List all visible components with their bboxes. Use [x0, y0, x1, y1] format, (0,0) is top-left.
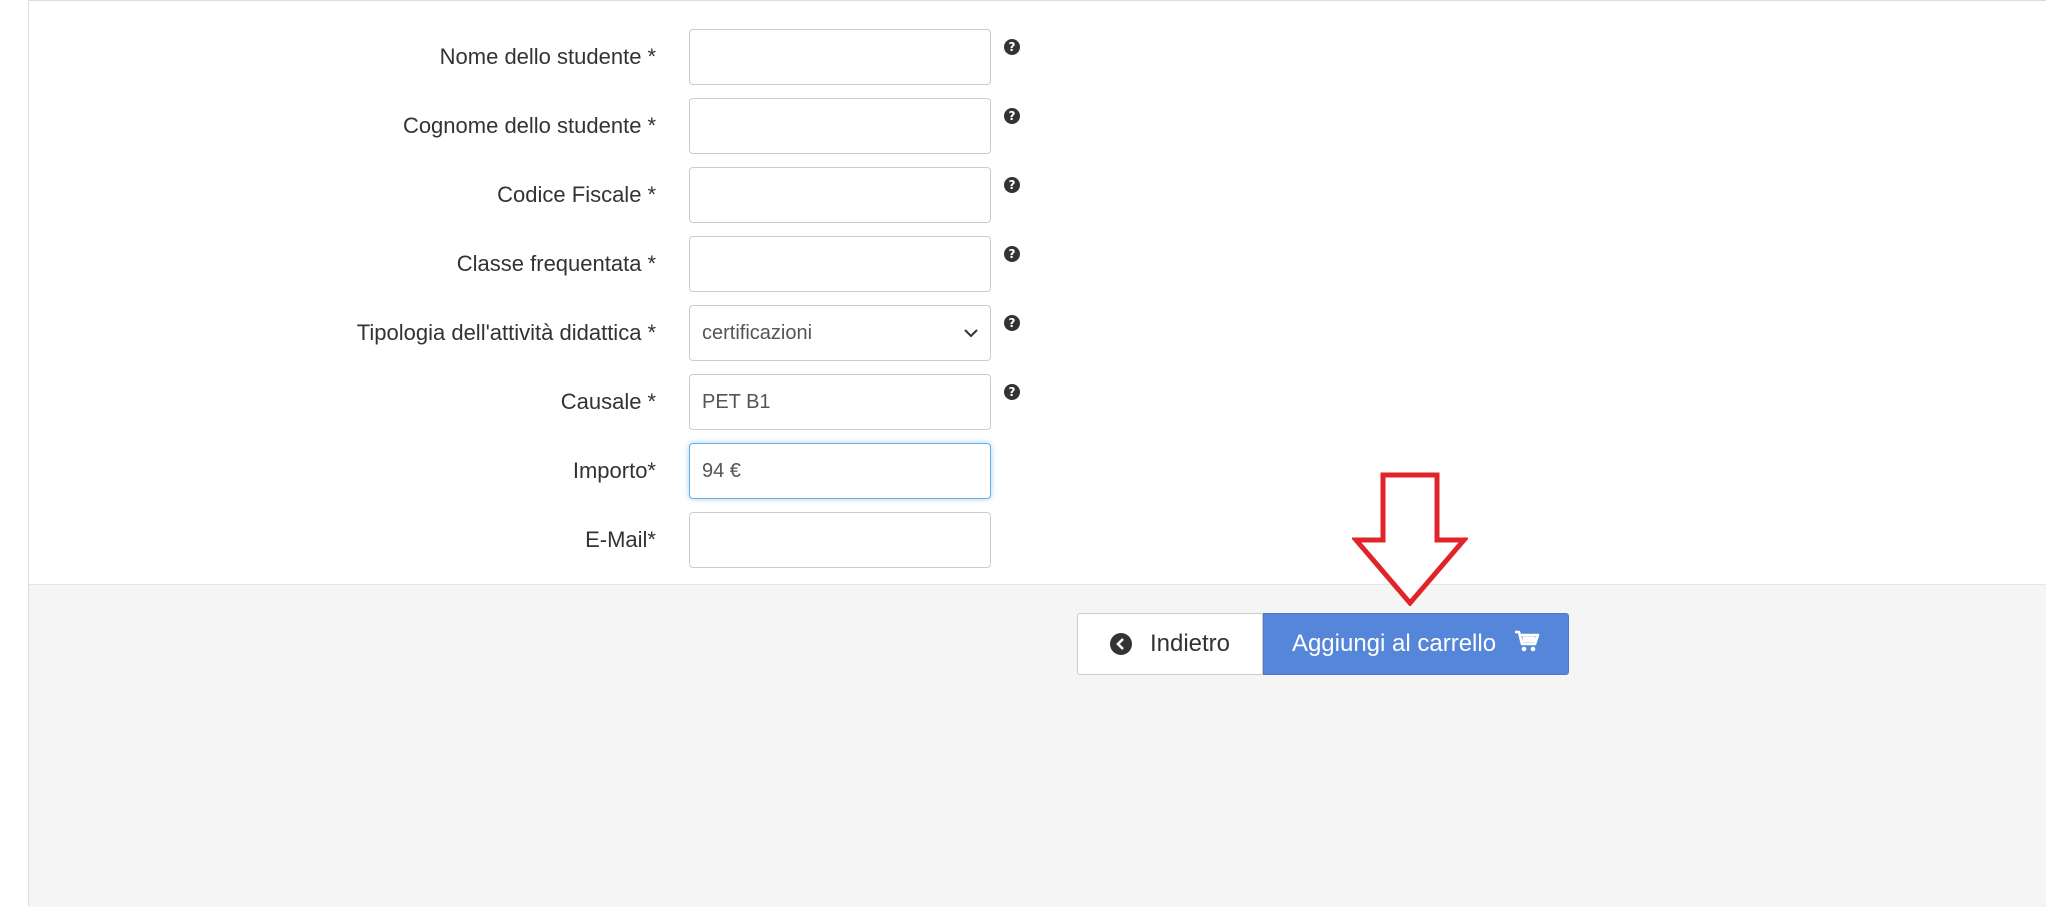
email-label: E-Mail*	[585, 527, 656, 552]
required-asterisk: *	[647, 389, 656, 414]
question-circle-icon[interactable]: ?	[1004, 384, 1020, 400]
causale-input[interactable]: PET B1	[689, 374, 991, 430]
required-asterisk: *	[647, 182, 656, 207]
classe-input[interactable]	[689, 236, 991, 292]
question-circle-icon[interactable]: ?	[1004, 246, 1020, 262]
form-row-cognome: Cognome dello studente * ?	[29, 98, 2046, 154]
back-button[interactable]: Indietro	[1077, 613, 1263, 675]
tipologia-selected-value: certificazioni	[702, 322, 813, 344]
required-asterisk: *	[647, 251, 656, 276]
required-asterisk: *	[647, 113, 656, 138]
form-row-nome: Nome dello studente * ?	[29, 29, 2046, 85]
chevron-down-icon	[964, 306, 978, 360]
classe-label: Classe frequentata *	[456, 251, 656, 276]
form-panel: Nome dello studente * ? Cognome dello stu…	[28, 0, 2046, 907]
importo-input[interactable]: 94 €	[689, 443, 991, 499]
question-circle-icon[interactable]: ?	[1004, 39, 1020, 55]
red-down-arrow-icon	[1350, 472, 1470, 607]
nome-input[interactable]	[689, 29, 991, 85]
tipologia-label: Tipologia dell'attività didattica *	[356, 320, 656, 345]
form-row-importo: Importo* 94 €	[29, 443, 2046, 499]
form-row-codice-fiscale: Codice Fiscale * ?	[29, 167, 2046, 223]
form-row-causale: Causale * PET B1 ?	[29, 374, 2046, 430]
shopping-cart-icon	[1514, 629, 1540, 660]
chevron-left-circle-icon	[1109, 633, 1132, 655]
form-row-tipologia: Tipologia dell'attività didattica * certi…	[29, 305, 2046, 361]
required-asterisk: *	[647, 320, 656, 345]
question-circle-icon[interactable]: ?	[1004, 315, 1020, 331]
form-footer: Indietro Aggiungi al carrello	[29, 584, 2046, 907]
required-asterisk: *	[647, 44, 656, 69]
cognome-label: Cognome dello studente *	[402, 113, 656, 138]
importo-label: Importo*	[572, 458, 656, 483]
add-to-cart-button[interactable]: Aggiungi al carrello	[1263, 613, 1569, 675]
causale-label: Causale *	[560, 389, 656, 414]
nome-label: Nome dello studente *	[439, 44, 656, 69]
form-row-classe: Classe frequentata * ?	[29, 236, 2046, 292]
codice-fiscale-label: Codice Fiscale *	[497, 182, 656, 207]
question-circle-icon[interactable]: ?	[1004, 108, 1020, 124]
form-row-email: E-Mail*	[29, 512, 2046, 568]
back-button-label: Indietro	[1149, 630, 1231, 657]
tipologia-select[interactable]: certificazioni	[689, 305, 991, 361]
cognome-input[interactable]	[689, 98, 991, 154]
add-to-cart-label: Aggiungi al carrello	[1291, 630, 1497, 657]
question-circle-icon[interactable]: ?	[1004, 177, 1020, 193]
email-input[interactable]	[689, 512, 991, 568]
codice-fiscale-input[interactable]	[689, 167, 991, 223]
